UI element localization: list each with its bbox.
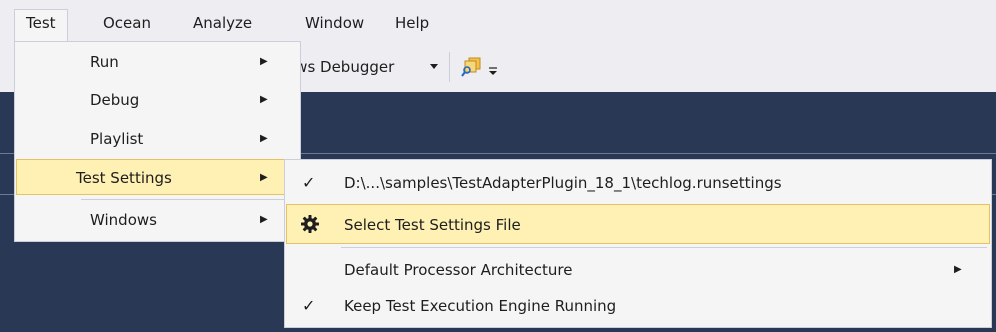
submenu-arrow-icon: ▶ — [954, 264, 962, 275]
debugger-target-label[interactable]: ows Debugger — [286, 53, 394, 81]
menu-item-test-settings[interactable]: Test Settings ▶ — [16, 159, 300, 195]
gear-icon — [301, 215, 319, 233]
menu-item-label: Debug — [90, 91, 140, 109]
menu-window[interactable]: Window — [294, 9, 375, 37]
submenu-item-processor-architecture[interactable]: Default Processor Architecture ▶ — [286, 250, 990, 290]
menu-ocean[interactable]: Ocean — [92, 9, 162, 37]
menu-item-label: Test Settings — [76, 169, 172, 187]
menu-item-run[interactable]: Run ▶ — [16, 44, 300, 80]
menu-help[interactable]: Help — [384, 9, 440, 37]
submenu-arrow-icon: ▶ — [260, 56, 268, 67]
submenu-arrow-icon: ▶ — [260, 172, 268, 183]
toolbar-overflow-icon[interactable] — [486, 62, 500, 76]
triangle-down-icon[interactable] — [429, 60, 439, 72]
submenu-arrow-icon: ▶ — [260, 94, 268, 105]
menu-item-label: Playlist — [90, 130, 144, 148]
submenu-item-keep-engine-running[interactable]: ✓ Keep Test Execution Engine Running — [286, 286, 990, 326]
submenu-item-select-settings-file[interactable]: Select Test Settings File — [286, 204, 990, 244]
menu-item-debug[interactable]: Debug ▶ — [16, 82, 300, 118]
checkmark-icon: ✓ — [302, 296, 316, 315]
menu-item-label: Run — [90, 53, 119, 71]
submenu-item-label: Keep Test Execution Engine Running — [344, 297, 617, 315]
menu-test[interactable]: Test — [14, 9, 68, 42]
menu-item-playlist[interactable]: Playlist ▶ — [16, 121, 300, 157]
menu-item-windows[interactable]: Windows ▶ — [16, 202, 300, 238]
menu-separator — [81, 199, 297, 200]
submenu-arrow-icon: ▶ — [260, 214, 268, 225]
submenu-item-label: D:\...\samples\TestAdapterPlugin_18_1\te… — [344, 174, 782, 192]
menu-separator — [341, 247, 987, 248]
submenu-item-runsettings[interactable]: ✓ D:\...\samples\TestAdapterPlugin_18_1\… — [286, 163, 990, 203]
menu-analyze[interactable]: Analyze — [182, 9, 263, 37]
test-menu: Run ▶ Debug ▶ Playlist ▶ Test Settings ▶… — [14, 41, 301, 242]
toolbar-separator — [449, 52, 450, 82]
submenu-item-label: Default Processor Architecture — [344, 261, 573, 279]
checkmark-icon: ✓ — [302, 173, 316, 192]
submenu-item-label: Select Test Settings File — [344, 216, 521, 234]
menu-item-label: Windows — [90, 211, 157, 229]
submenu-arrow-icon: ▶ — [260, 133, 268, 144]
test-settings-submenu: ✓ D:\...\samples\TestAdapterPlugin_18_1\… — [284, 159, 992, 328]
find-icon[interactable] — [460, 56, 482, 78]
